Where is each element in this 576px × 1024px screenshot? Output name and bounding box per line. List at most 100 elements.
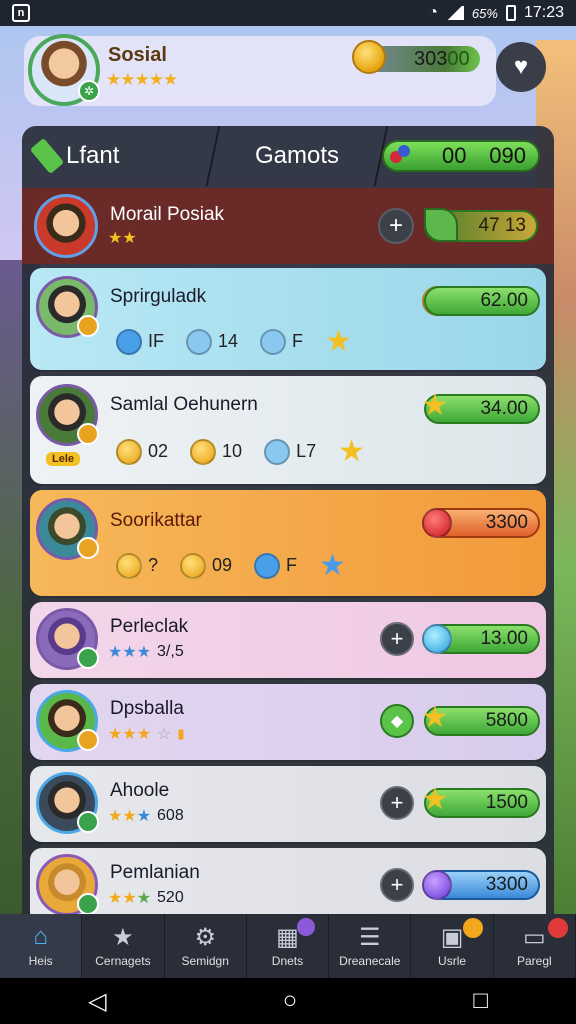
nav-label: Usrle bbox=[438, 954, 467, 968]
coin-value-tail: 00 bbox=[447, 48, 470, 70]
add-friend-button[interactable]: + bbox=[380, 622, 414, 656]
add-friend-button[interactable]: + bbox=[380, 868, 414, 902]
gems-balance[interactable]: 00 090 bbox=[382, 140, 540, 172]
player-card[interactable]: Perleclak ★★★ 3/,5 + 13.00 bbox=[30, 602, 546, 678]
stat-value: 10 bbox=[222, 441, 243, 461]
coin-value-main: 303 bbox=[414, 48, 448, 70]
player-stats: IF 14 F ★ bbox=[116, 324, 352, 359]
player-card[interactable]: Ahoole ★★★ 608 + 1500 ★ bbox=[30, 766, 546, 842]
star-icon: ★ bbox=[338, 435, 365, 468]
player-rating: ★★★ 3/,5 bbox=[108, 642, 184, 662]
avatar bbox=[36, 498, 99, 560]
coin-value: 30300 bbox=[414, 48, 470, 71]
tab-lfant-label: Lfant bbox=[66, 142, 120, 169]
player-name: Samlal Oehunern bbox=[110, 394, 258, 415]
player-card[interactable]: Sprirguladk IF 14 F ★ 62.00 bbox=[30, 268, 546, 370]
tab-gamots[interactable]: Gamots bbox=[205, 126, 389, 186]
player-name: Pemlanian bbox=[110, 862, 200, 883]
stat-value: 14 bbox=[218, 331, 239, 351]
recents-icon[interactable]: □ bbox=[473, 987, 488, 1015]
add-friend-button[interactable]: + bbox=[380, 786, 414, 820]
rating-value: 520 bbox=[157, 889, 184, 906]
nav-semidgn[interactable]: ⚙ Semidgn bbox=[165, 914, 247, 978]
back-icon[interactable]: ◁ bbox=[88, 987, 106, 1016]
gems-value-2: 090 bbox=[489, 143, 526, 168]
score-value: 47 13 bbox=[478, 215, 526, 236]
nav-label: Dnets bbox=[271, 954, 304, 968]
leader-row[interactable]: Morail Posiak ★★ + 47 13 bbox=[22, 188, 554, 264]
gear-icon: ⚙ bbox=[194, 923, 216, 951]
coin-icon bbox=[116, 552, 142, 579]
rating-stars: ★★★ bbox=[108, 726, 152, 743]
status-bar: n ◔ 65% 17:23 bbox=[0, 0, 576, 26]
alert-badge-icon bbox=[547, 918, 568, 938]
rating-stars: ★★★ bbox=[108, 644, 152, 661]
avatar bbox=[36, 854, 99, 916]
nav-dnets[interactable]: ▦ Dnets bbox=[247, 914, 330, 978]
nav-heis[interactable]: ⌂ Heis bbox=[0, 914, 83, 978]
signal-icon bbox=[445, 6, 464, 20]
avatar bbox=[36, 384, 99, 446]
pencil-icon bbox=[29, 137, 65, 175]
avatar bbox=[36, 276, 99, 338]
rank-badge-icon bbox=[77, 729, 99, 751]
rank-badge-icon bbox=[77, 315, 99, 337]
star-icon: ★ bbox=[421, 701, 449, 734]
nav-dreanecale[interactable]: ☰ Dreanecale bbox=[329, 914, 412, 978]
player-name: Dpsballa bbox=[110, 698, 184, 719]
nav-cernagets[interactable]: ★ Cernagets bbox=[82, 914, 165, 978]
apple-icon bbox=[422, 508, 452, 538]
favorite-button[interactable]: ♥ bbox=[496, 42, 546, 92]
stat-value: ? bbox=[148, 555, 159, 575]
rank-badge-icon bbox=[77, 647, 99, 669]
score-pill: 62.00 bbox=[424, 286, 540, 316]
player-name: Morail Posiak bbox=[110, 204, 225, 225]
shield-icon bbox=[186, 328, 212, 355]
tab-gamots-label: Gamots bbox=[254, 142, 340, 169]
player-card[interactable]: Soorikattar ? 09 F ★ 3300 bbox=[30, 490, 546, 596]
star-icon: ★ bbox=[421, 783, 449, 816]
star-icon: ★ bbox=[325, 325, 352, 358]
star-icon: ★ bbox=[112, 923, 134, 951]
home-circle-icon[interactable]: ○ bbox=[283, 987, 298, 1015]
hash-icon bbox=[260, 328, 287, 355]
player-stats: 02 10 L7 ★ bbox=[116, 434, 365, 469]
nav-label: Dreanecale bbox=[339, 954, 401, 968]
add-friend-button[interactable]: + bbox=[378, 208, 414, 244]
tab-lfant[interactable]: Lfant bbox=[22, 126, 212, 186]
battery-icon bbox=[505, 5, 516, 21]
score-value: 13.00 bbox=[480, 628, 528, 649]
hash-icon bbox=[264, 438, 291, 465]
system-nav: ◁ ○ □ bbox=[0, 978, 576, 1024]
player-card[interactable]: Dpsballa ★★★ ☆ ▮ ◆ 5800 ★ bbox=[30, 684, 546, 760]
leaf-icon bbox=[424, 208, 458, 242]
nav-label: Semidgn bbox=[181, 954, 229, 968]
avatar bbox=[36, 772, 99, 834]
bottom-nav: ⌂ Heis ★ Cernagets ⚙ Semidgn ▦ Dnets ☰ D… bbox=[0, 914, 576, 978]
coin-icon bbox=[352, 40, 386, 74]
nav-paregl[interactable]: ▭ Paregl bbox=[494, 914, 576, 978]
rating-value: 608 bbox=[157, 807, 184, 824]
nav-usrle[interactable]: ▣ Usrle bbox=[411, 914, 494, 978]
heart-icon: ♥ bbox=[513, 53, 529, 80]
nav-label: Paregl bbox=[516, 954, 552, 968]
profile-stars: ★★★★★ bbox=[106, 70, 178, 89]
gem-icon bbox=[422, 870, 452, 900]
nav-label: Heis bbox=[28, 954, 53, 968]
player-rating: ★★★ 520 bbox=[108, 888, 184, 908]
tab-bar: Lfant Gamots 00 090 bbox=[22, 126, 554, 186]
player-card[interactable]: Pemlanian ★★★ 520 + 3300 bbox=[30, 848, 546, 916]
list-icon: ☰ bbox=[359, 923, 381, 951]
coin-icon bbox=[180, 552, 207, 579]
player-tag: Lele bbox=[46, 452, 81, 466]
player-name: Perleclak bbox=[110, 616, 189, 637]
star-icon: ★ bbox=[319, 549, 346, 582]
profile-avatar[interactable]: ✲ bbox=[28, 34, 100, 106]
player-card[interactable]: Lele Samlal Oehunern 02 10 L7 ★ 34.00 ★ bbox=[30, 376, 546, 484]
stat-value: 09 bbox=[212, 555, 233, 575]
chat-button[interactable]: ◆ bbox=[380, 704, 414, 738]
rating-stars-empty: ☆ bbox=[157, 726, 172, 743]
score-value: 1500 bbox=[485, 792, 528, 813]
gems-icon bbox=[388, 143, 414, 169]
score-value: 3300 bbox=[485, 874, 528, 895]
